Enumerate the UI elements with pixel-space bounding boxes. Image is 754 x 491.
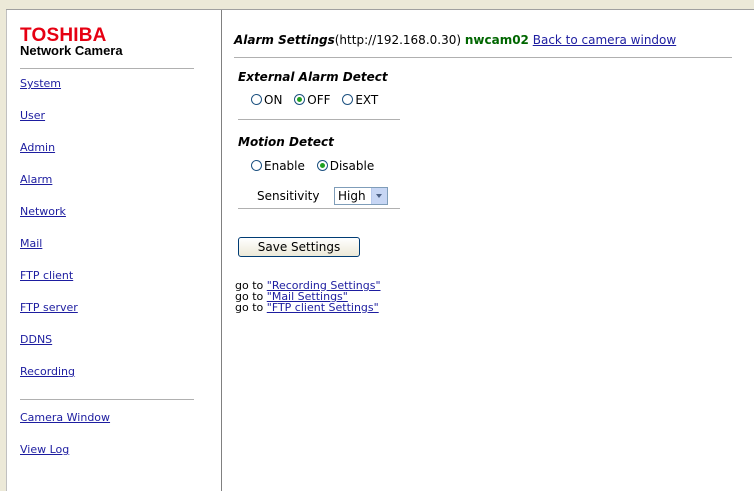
motion-detect-heading: Motion Detect <box>238 135 334 149</box>
page-header: Alarm Settings(http://192.168.0.30) nwca… <box>234 33 676 47</box>
header-divider <box>234 57 732 58</box>
page-title: Alarm Settings <box>234 33 335 47</box>
sidebar-item-ftp-server[interactable]: FTP server <box>20 301 78 314</box>
goto-ftp-row: go to "FTP client Settings" <box>235 302 379 313</box>
external-alarm-ext-option[interactable]: EXT <box>342 93 378 107</box>
sidebar-item-ftp-client[interactable]: FTP client <box>20 269 73 282</box>
motion-enable-radio[interactable] <box>251 160 262 171</box>
window-frame-top <box>0 0 754 10</box>
sidebar-item-network[interactable]: Network <box>20 205 66 218</box>
toshiba-logo: TOSHIBA Network Camera <box>20 25 123 58</box>
motion-detect-options: Enable Disable <box>251 159 382 173</box>
sidebar-divider-bottom <box>20 399 194 400</box>
sidebar-item-system[interactable]: System <box>20 77 61 90</box>
camera-url: (http://192.168.0.30) <box>334 33 462 47</box>
camera-name: nwcam02 <box>464 33 529 47</box>
sidebar-item-camera-window[interactable]: Camera Window <box>20 411 110 424</box>
sidebar-divider-top <box>20 68 194 69</box>
motion-enable-label: Enable <box>264 159 305 173</box>
external-alarm-heading: External Alarm Detect <box>238 70 388 84</box>
external-alarm-off-option[interactable]: OFF <box>294 93 331 107</box>
sidebar-item-mail[interactable]: Mail <box>20 237 42 250</box>
external-alarm-ext-radio[interactable] <box>342 94 354 105</box>
motion-detect-divider <box>238 208 400 209</box>
sensitivity-select[interactable]: High <box>334 187 388 205</box>
external-alarm-options: ON OFF EXT <box>251 93 386 107</box>
chevron-down-icon[interactable] <box>371 188 387 204</box>
sidebar-item-view-log[interactable]: View Log <box>20 443 69 456</box>
logo-subtitle: Network Camera <box>20 43 123 58</box>
external-alarm-divider <box>238 119 400 120</box>
external-alarm-off-radio[interactable] <box>294 94 306 105</box>
save-settings-button[interactable]: Save Settings <box>238 237 360 257</box>
sidebar: TOSHIBA Network Camera System User Admin… <box>6 10 223 491</box>
motion-disable-radio[interactable] <box>316 160 328 171</box>
motion-disable-label: Disable <box>329 159 375 173</box>
motion-disable-option[interactable]: Disable <box>316 159 375 173</box>
back-to-camera-link[interactable]: Back to camera window <box>533 33 676 47</box>
external-alarm-on-label: ON <box>264 93 283 107</box>
motion-enable-option[interactable]: Enable <box>251 159 305 173</box>
sensitivity-label: Sensitivity <box>257 189 320 203</box>
logo-brand: TOSHIBA <box>20 25 107 46</box>
external-alarm-off-label: OFF <box>307 93 331 107</box>
ftp-client-settings-link[interactable]: "FTP client Settings" <box>267 301 379 314</box>
external-alarm-on-option[interactable]: ON <box>251 93 282 107</box>
sidebar-item-recording[interactable]: Recording <box>20 365 75 378</box>
goto-prefix: go to <box>235 301 264 314</box>
sidebar-item-ddns[interactable]: DDNS <box>20 333 52 346</box>
sidebar-item-user[interactable]: User <box>20 109 45 122</box>
sensitivity-value: High <box>338 189 366 203</box>
external-alarm-on-radio[interactable] <box>251 94 262 105</box>
sidebar-item-alarm[interactable]: Alarm <box>20 173 52 186</box>
main-content: Alarm Settings(http://192.168.0.30) nwca… <box>222 10 754 491</box>
sidebar-item-admin[interactable]: Admin <box>20 141 55 154</box>
external-alarm-ext-label: EXT <box>355 93 379 107</box>
